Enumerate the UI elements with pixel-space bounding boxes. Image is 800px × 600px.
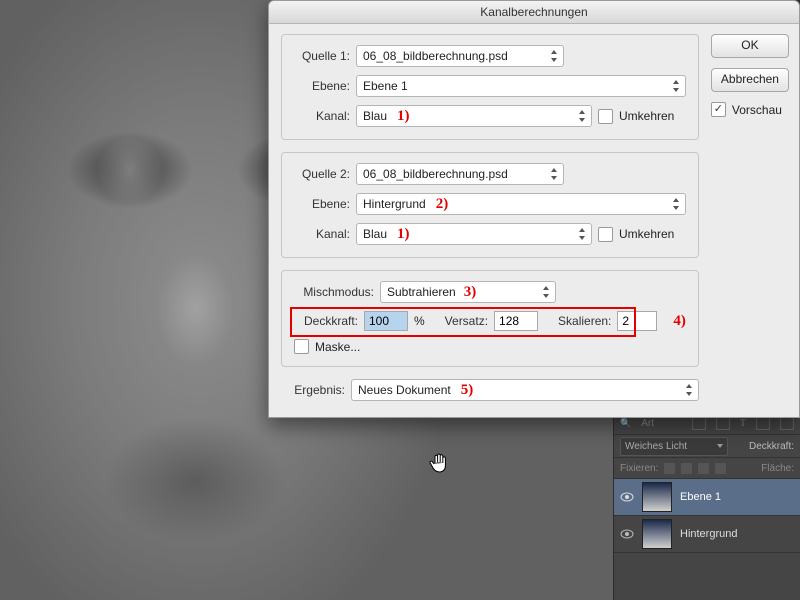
source1-invert-label: Umkehren bbox=[619, 109, 674, 123]
offset-input[interactable] bbox=[494, 311, 538, 331]
cancel-button[interactable]: Abbrechen bbox=[711, 68, 789, 92]
source1-layer-value: Ebene 1 bbox=[363, 79, 408, 93]
dialog-title: Kanalberechnungen bbox=[480, 5, 587, 19]
scale-label: Skalieren: bbox=[558, 314, 611, 328]
source1-label: Quelle 1: bbox=[294, 49, 350, 63]
preview-label: Vorschau bbox=[732, 103, 782, 117]
lock-all-icon[interactable] bbox=[715, 463, 726, 474]
annotation-1b: 1) bbox=[397, 226, 410, 243]
result-value: Neues Dokument bbox=[358, 383, 451, 397]
layers-lock-row: Fixieren: Fläche: bbox=[614, 458, 800, 479]
layers-panel: 🔍 Art T Weiches Licht Deckkraft: Fixiere… bbox=[613, 412, 800, 600]
annotation-3: 3) bbox=[464, 284, 477, 301]
source1-ebene-label: Ebene: bbox=[294, 79, 350, 93]
visibility-icon[interactable] bbox=[620, 492, 634, 502]
source1-channel-value: Blau bbox=[363, 109, 387, 123]
lock-label: Fixieren: bbox=[620, 463, 658, 474]
lock-transparency-icon[interactable] bbox=[664, 463, 675, 474]
filter-shape-icon[interactable] bbox=[756, 416, 770, 430]
result-select[interactable]: Neues Dokument 5) bbox=[351, 379, 699, 401]
offset-label: Versatz: bbox=[445, 314, 488, 328]
layer-blend-mode-value: Weiches Licht bbox=[625, 441, 687, 452]
scale-input[interactable] bbox=[617, 311, 657, 331]
layer-name[interactable]: Hintergrund bbox=[680, 528, 737, 540]
layer-blend-mode-select[interactable]: Weiches Licht bbox=[620, 437, 728, 456]
layers-blend-row: Weiches Licht Deckkraft: bbox=[614, 435, 800, 458]
filter-kind-label[interactable]: Art bbox=[641, 418, 654, 429]
source1-group: Quelle 1: 06_08_bildberechnung.psd Ebene… bbox=[281, 34, 699, 140]
ok-button-label: OK bbox=[741, 38, 758, 52]
layer-name[interactable]: Ebene 1 bbox=[680, 491, 721, 503]
dialog-titlebar[interactable]: Kanalberechnungen bbox=[269, 1, 799, 24]
visibility-icon[interactable] bbox=[620, 529, 634, 539]
source2-layer-value: Hintergrund bbox=[363, 197, 426, 211]
source2-ebene-label: Ebene: bbox=[294, 197, 350, 211]
source2-channel-value: Blau bbox=[363, 227, 387, 241]
filter-smart-icon[interactable] bbox=[780, 416, 794, 430]
filter-pixel-icon[interactable] bbox=[692, 416, 706, 430]
annotation-1a: 1) bbox=[397, 108, 410, 125]
layer-item[interactable]: Hintergrund bbox=[614, 516, 800, 553]
layer-thumbnail[interactable] bbox=[642, 519, 672, 549]
filter-icon[interactable]: 🔍 bbox=[620, 418, 631, 429]
source2-kanal-label: Kanal: bbox=[294, 227, 350, 241]
blend-mode-label: Mischmodus: bbox=[294, 285, 374, 299]
preview-checkbox[interactable] bbox=[711, 102, 726, 117]
source2-file-select[interactable]: 06_08_bildberechnung.psd bbox=[356, 163, 564, 185]
source2-file-value: 06_08_bildberechnung.psd bbox=[363, 167, 508, 181]
source2-channel-select[interactable]: Blau 1) bbox=[356, 223, 592, 245]
layer-thumbnail[interactable] bbox=[642, 482, 672, 512]
blend-group: Mischmodus: Subtrahieren 3) Deckkraft: %… bbox=[281, 270, 699, 367]
opacity-input[interactable] bbox=[364, 311, 408, 331]
source2-invert-label: Umkehren bbox=[619, 227, 674, 241]
source1-channel-select[interactable]: Blau 1) bbox=[356, 105, 592, 127]
source2-invert-checkbox[interactable] bbox=[598, 227, 613, 242]
source1-layer-select[interactable]: Ebene 1 bbox=[356, 75, 686, 97]
mask-label: Maske... bbox=[315, 340, 360, 354]
opacity-unit: % bbox=[414, 314, 425, 328]
filter-type-icon[interactable]: T bbox=[740, 418, 746, 429]
cancel-button-label: Abbrechen bbox=[721, 72, 779, 86]
calculations-dialog: Kanalberechnungen Quelle 1: 06_08_bildbe… bbox=[268, 0, 800, 418]
annotation-4: 4) bbox=[673, 313, 686, 330]
source2-layer-select[interactable]: Hintergrund 2) bbox=[356, 193, 686, 215]
blend-mode-value: Subtrahieren bbox=[387, 285, 456, 299]
fill-label: Fläche: bbox=[761, 463, 794, 474]
source1-file-select[interactable]: 06_08_bildberechnung.psd bbox=[356, 45, 564, 67]
lock-position-icon[interactable] bbox=[698, 463, 709, 474]
opacity-label: Deckkraft: bbox=[294, 314, 358, 328]
source1-invert-checkbox[interactable] bbox=[598, 109, 613, 124]
filter-adjust-icon[interactable] bbox=[716, 416, 730, 430]
layer-item[interactable]: Ebene 1 bbox=[614, 479, 800, 516]
source2-label: Quelle 2: bbox=[294, 167, 350, 181]
source2-group: Quelle 2: 06_08_bildberechnung.psd Ebene… bbox=[281, 152, 699, 258]
layer-opacity-label: Deckkraft: bbox=[749, 441, 794, 452]
lock-pixels-icon[interactable] bbox=[681, 463, 692, 474]
mask-checkbox[interactable] bbox=[294, 339, 309, 354]
annotation-2: 2) bbox=[436, 196, 449, 213]
source1-file-value: 06_08_bildberechnung.psd bbox=[363, 49, 508, 63]
source1-kanal-label: Kanal: bbox=[294, 109, 350, 123]
annotation-5: 5) bbox=[461, 382, 474, 399]
result-label: Ergebnis: bbox=[281, 383, 345, 397]
ok-button[interactable]: OK bbox=[711, 34, 789, 58]
blend-mode-select[interactable]: Subtrahieren 3) bbox=[380, 281, 556, 303]
